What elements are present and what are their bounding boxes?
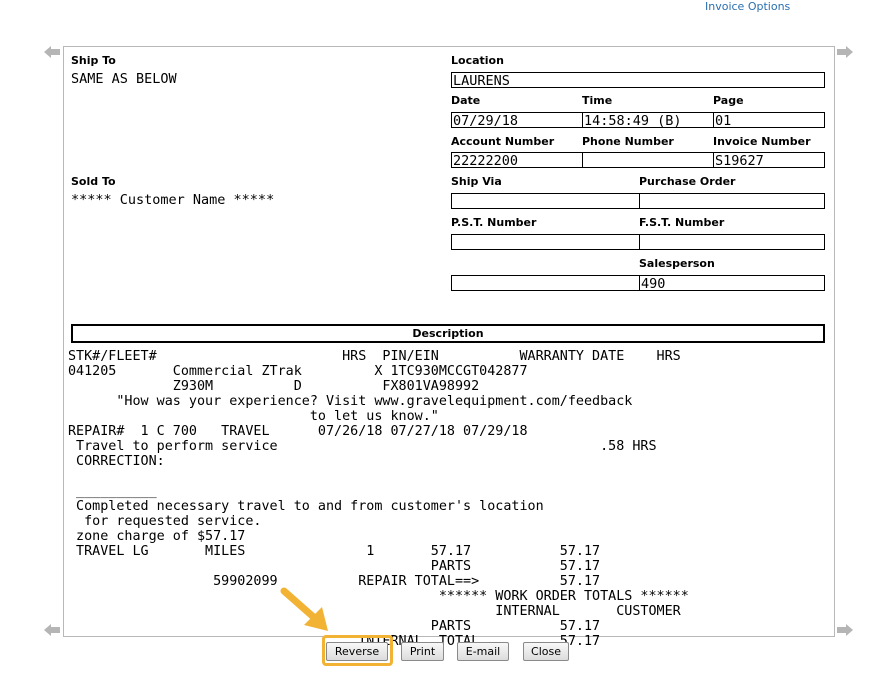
sold-to-label: Sold To: [71, 175, 116, 188]
date-value: 07/29/18: [453, 113, 519, 129]
sold-to-value: ***** Customer Name *****: [71, 192, 275, 208]
pointer-arrow-icon: [278, 585, 338, 641]
phone-number-label: Phone Number: [582, 135, 674, 148]
description-line: PARTS 57.17: [68, 559, 601, 574]
description-line: for requested service.: [68, 514, 262, 529]
time-field: 14:58:49 (B): [582, 112, 714, 129]
salesperson-field: 490: [639, 275, 825, 292]
description-line: Z930M D FX801VA98992: [68, 379, 480, 394]
fst-number-field: [639, 234, 825, 250]
account-number-field: 22222200: [451, 152, 583, 169]
description-line: CORRECTION:: [68, 454, 165, 469]
invoice-options-link[interactable]: Invoice Options: [705, 0, 790, 13]
invoice-number-label: Invoice Number: [713, 135, 811, 148]
purchase-order-field: [639, 193, 825, 209]
invoice-number-field: S19627: [713, 152, 825, 169]
description-line: Travel to perform service .58 HRS: [68, 439, 657, 454]
location-label: Location: [451, 54, 504, 67]
description-line: "How was your experience? Visit www.grav…: [68, 394, 633, 409]
description-line: ****** WORK ORDER TOTALS ******: [68, 589, 689, 604]
ship-to-value: SAME AS BELOW: [71, 71, 177, 87]
invoice-document: Ship To SAME AS BELOW Sold To ***** Cust…: [63, 46, 835, 649]
fst-number-label: F.S.T. Number: [639, 216, 725, 229]
description-line: TRAVEL LG MILES 1 57.17 57.17: [68, 544, 601, 559]
time-label: Time: [582, 94, 613, 107]
location-value: LAURENS: [453, 73, 510, 89]
salesperson-blank-field: [451, 275, 640, 291]
salesperson-value: 490: [641, 276, 666, 292]
description-line: STK#/FLEET# HRS PIN/EIN WARRANTY DATE HR…: [68, 349, 681, 364]
close-button[interactable]: Close: [523, 642, 569, 661]
date-label: Date: [451, 94, 481, 107]
ship-via-field: [451, 193, 640, 209]
page-field: 01: [713, 112, 825, 129]
description-line: __________: [68, 484, 157, 499]
description-line: zone charge of $57.17: [68, 529, 246, 544]
pst-number-field: [451, 234, 640, 250]
purchase-order-label: Purchase Order: [639, 175, 736, 188]
page-label: Page: [713, 94, 744, 107]
page-value: 01: [715, 113, 732, 129]
email-button[interactable]: E-mail: [457, 642, 509, 661]
pst-number-label: P.S.T. Number: [451, 216, 537, 229]
description-line: INTERNAL CUSTOMER: [68, 604, 681, 619]
account-number-label: Account Number: [451, 135, 555, 148]
location-field: LAURENS: [451, 72, 825, 89]
reverse-button[interactable]: Reverse: [326, 642, 388, 661]
description-header: Description: [71, 324, 825, 343]
arrow-right-icon[interactable]: [837, 46, 853, 58]
salesperson-label: Salesperson: [639, 257, 715, 270]
description-label: Description: [412, 327, 484, 340]
date-field: 07/29/18: [451, 112, 583, 129]
invoice-number-value: S19627: [715, 153, 764, 169]
account-number-value: 22222200: [453, 153, 519, 169]
description-line: Completed necessary travel to and from c…: [68, 499, 544, 514]
description-line: 041205 Commercial ZTrak X 1TC930MCCGT042…: [68, 364, 528, 379]
arrow-right-icon[interactable]: [837, 624, 853, 636]
description-line: REPAIR# 1 C 700 TRAVEL 07/26/18 07/27/18…: [68, 424, 528, 439]
ship-via-label: Ship Via: [451, 175, 502, 188]
arrow-left-icon[interactable]: [44, 46, 60, 58]
ship-to-label: Ship To: [71, 54, 116, 67]
phone-number-field: [582, 152, 714, 168]
description-line: to let us know.": [68, 409, 439, 424]
arrow-left-icon[interactable]: [44, 624, 60, 636]
time-value: 14:58:49 (B): [584, 113, 682, 129]
print-button[interactable]: Print: [401, 642, 444, 661]
